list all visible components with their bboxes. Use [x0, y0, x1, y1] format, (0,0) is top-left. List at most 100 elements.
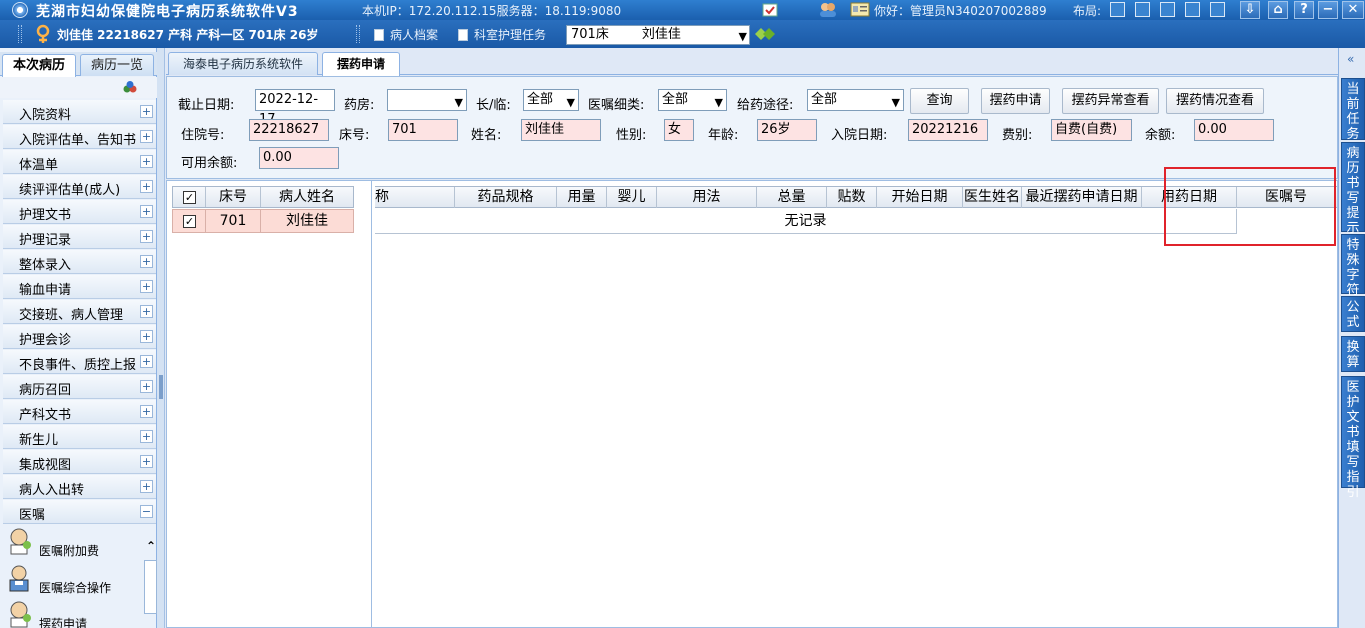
expand-icon[interactable]: +	[140, 405, 153, 418]
gender-field[interactable]: 女	[664, 119, 694, 141]
minimize-button[interactable]: −	[1318, 1, 1338, 19]
route-select[interactable]: 全部 ▼	[807, 89, 904, 111]
col-drug-name[interactable]: 称	[375, 187, 455, 208]
expand-icon[interactable]: +	[140, 430, 153, 443]
fee-type-field[interactable]: 自费(自费)	[1051, 119, 1132, 141]
home-button[interactable]: ⌂	[1268, 1, 1288, 19]
layout-split-icon[interactable]	[1185, 2, 1200, 17]
ward-nursing-task-link[interactable]: 科室护理任务	[458, 26, 546, 43]
tab-dispense-request[interactable]: 摆药申请	[322, 52, 401, 76]
panel-splitter[interactable]	[157, 48, 165, 628]
expand-icon[interactable]: +	[140, 255, 153, 268]
layout-single-icon[interactable]	[1110, 2, 1125, 17]
menu-integrated-view[interactable]: 集成视图 +	[3, 450, 156, 474]
col-infant[interactable]: 婴儿	[607, 187, 657, 208]
tab-emr-software[interactable]: 海泰电子病历系统软件	[168, 52, 319, 75]
col-drug-spec[interactable]: 药品规格	[455, 187, 557, 208]
shapes-icon[interactable]	[123, 81, 137, 93]
order-type-select[interactable]: 全部 ▼	[658, 89, 727, 111]
col-bed[interactable]: 床号	[206, 187, 261, 207]
menu-handover[interactable]: 交接班、病人管理 +	[3, 300, 156, 324]
dispense-status-button[interactable]: 摆药情况查看	[1166, 88, 1264, 114]
layout-rows-icon[interactable]	[1135, 2, 1150, 17]
menu-nursing-consult[interactable]: 护理会诊 +	[3, 325, 156, 349]
row-checkbox[interactable]: ✓	[183, 215, 196, 228]
menu-orders[interactable]: 医嘱 −	[3, 500, 156, 524]
expand-icon[interactable]: +	[140, 330, 153, 343]
layout-cols-icon[interactable]	[1160, 2, 1175, 17]
expand-icon[interactable]: +	[140, 305, 153, 318]
expand-icon[interactable]: +	[140, 230, 153, 243]
menu-nursing-documents[interactable]: 护理文书 +	[3, 200, 156, 224]
balance-field[interactable]: 0.00	[1194, 119, 1274, 141]
available-balance-field[interactable]: 0.00	[259, 147, 339, 169]
col-start-date[interactable]: 开始日期	[877, 187, 963, 208]
expand-icon[interactable]: +	[140, 155, 153, 168]
menu-batch-entry[interactable]: 整体录入 +	[3, 250, 156, 274]
menu-followup-assessment[interactable]: 续评评估单(成人) +	[3, 175, 156, 199]
menu-nursing-records[interactable]: 护理记录 +	[3, 225, 156, 249]
help-button[interactable]: ?	[1294, 1, 1314, 19]
bed-select[interactable]: 701床 刘佳佳 ▼	[566, 25, 750, 45]
tab-current-record[interactable]: 本次病历	[2, 54, 77, 77]
age-field[interactable]: 26岁	[757, 119, 817, 141]
tab-record-list[interactable]: 病历一览	[80, 54, 155, 76]
expand-icon[interactable]: +	[140, 480, 153, 493]
expand-icon[interactable]: +	[140, 280, 153, 293]
download-button[interactable]: ⇩	[1240, 1, 1260, 19]
menu-adverse-events[interactable]: 不良事件、质控上报 +	[3, 350, 156, 374]
inpatient-no-field[interactable]: 22218627	[249, 119, 329, 141]
rail-conversion[interactable]: 换算	[1341, 336, 1365, 372]
menu-newborn[interactable]: 新生儿 +	[3, 425, 156, 449]
expand-icon[interactable]: +	[140, 130, 153, 143]
long-temp-select[interactable]: 全部 ▼	[523, 89, 579, 111]
rail-formula[interactable]: 公式	[1341, 296, 1365, 332]
col-doctor-name[interactable]: 医生姓名	[963, 187, 1022, 208]
col-total[interactable]: 总量	[757, 187, 827, 208]
expand-icon[interactable]: +	[140, 380, 153, 393]
name-field[interactable]: 刘佳佳	[521, 119, 601, 141]
menu-patient-transfer[interactable]: 病人入出转 +	[3, 475, 156, 499]
col-usage[interactable]: 用法	[657, 187, 757, 208]
expand-icon[interactable]: +	[140, 355, 153, 368]
col-last-request-date[interactable]: 最近摆药申请日期	[1022, 187, 1142, 208]
bed-field[interactable]: 701	[388, 119, 458, 141]
close-button[interactable]: ✕	[1342, 1, 1364, 19]
menu-transfusion[interactable]: 输血申请 +	[3, 275, 156, 299]
table-row[interactable]: ✓ 701 刘佳佳	[172, 209, 354, 233]
submenu-scrollbar[interactable]	[144, 560, 157, 614]
rail-doc-guide[interactable]: 医护文书填写指引	[1341, 376, 1365, 500]
dispense-request-button[interactable]: 摆药申请	[981, 88, 1050, 114]
col-dosage[interactable]: 用量	[557, 187, 607, 208]
collapse-icon[interactable]: −	[140, 505, 153, 518]
chevron-up-icon[interactable]: ⌃	[146, 539, 156, 553]
users-icon[interactable]	[818, 2, 838, 17]
rail-current-tasks[interactable]: 当前任务	[1341, 78, 1365, 142]
refresh-patient-icon[interactable]	[752, 24, 778, 44]
submenu-order-operations[interactable]: 医嘱综合操作	[3, 562, 156, 600]
expand-icon[interactable]: +	[140, 105, 153, 118]
rail-special-chars[interactable]: 特殊字符	[1341, 234, 1365, 298]
menu-admission-assessment[interactable]: 入院评估单、告知书 +	[3, 125, 156, 149]
toolbar-grip-2[interactable]	[356, 25, 360, 43]
collapse-rail-icon[interactable]: «	[1347, 52, 1354, 66]
dispense-abnormal-button[interactable]: 摆药异常查看	[1062, 88, 1159, 114]
menu-temperature-chart[interactable]: 体温单 +	[3, 150, 156, 174]
col-doses[interactable]: 贴数	[827, 187, 877, 208]
patient-archive-link[interactable]: 病人档案	[374, 26, 438, 43]
select-all-checkbox[interactable]: ✓	[183, 191, 196, 204]
expand-icon[interactable]: +	[140, 205, 153, 218]
expand-icon[interactable]: +	[140, 180, 153, 193]
submenu-dispense-request[interactable]: 摆药申请	[3, 598, 156, 628]
admit-date-field[interactable]: 20221216	[908, 119, 988, 141]
submenu-order-surcharge[interactable]: 医嘱附加费	[3, 525, 156, 563]
menu-admission-info[interactable]: 入院资料 +	[3, 100, 156, 124]
pharmacy-select[interactable]: ▼	[387, 89, 467, 111]
expand-icon[interactable]: +	[140, 455, 153, 468]
menu-record-recall[interactable]: 病历召回 +	[3, 375, 156, 399]
grid-divider[interactable]	[371, 181, 372, 628]
calendar-icon[interactable]	[762, 2, 778, 17]
toolbar-grip[interactable]	[18, 25, 22, 43]
menu-obstetric-docs[interactable]: 产科文书 +	[3, 400, 156, 424]
cutoff-date-field[interactable]: 2022-12-17	[255, 89, 335, 127]
